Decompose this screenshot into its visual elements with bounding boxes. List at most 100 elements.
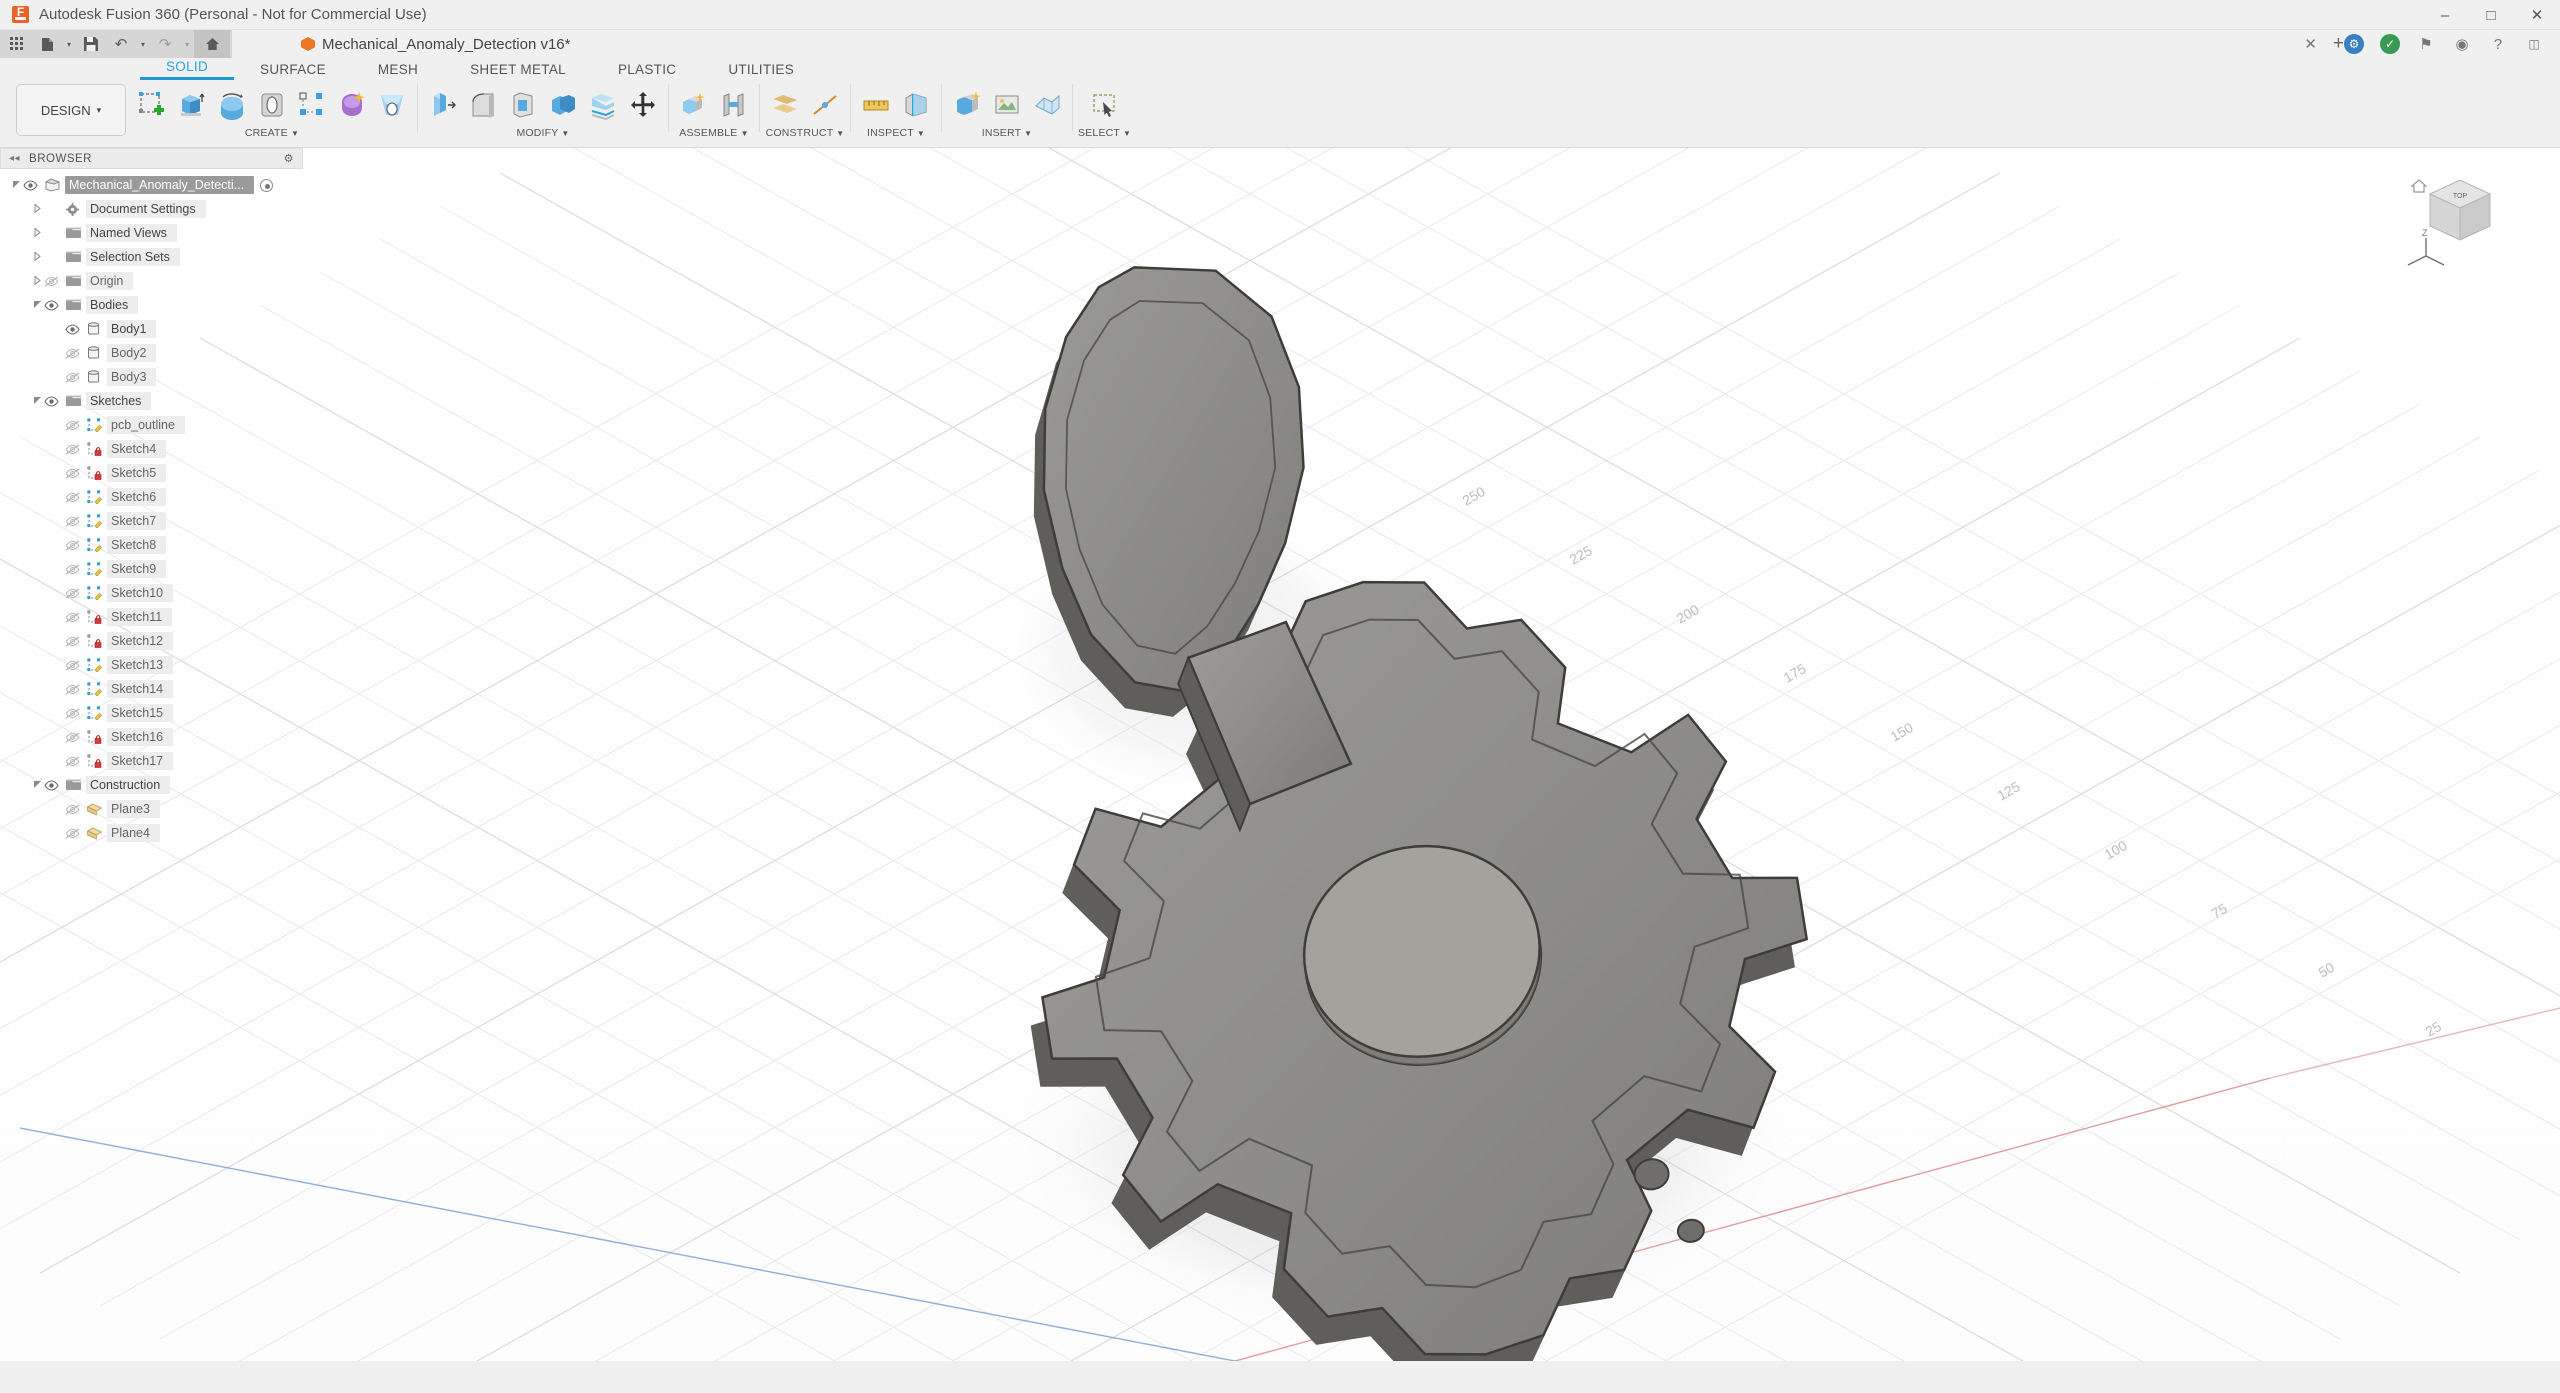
tab-surface[interactable]: SURFACE <box>234 62 352 80</box>
workspace-selector[interactable]: DESIGN ▾ <box>16 84 126 136</box>
visibility-toggle-icon[interactable] <box>65 323 87 335</box>
offset-plane-tool[interactable] <box>765 83 805 127</box>
visibility-toggle-icon[interactable] <box>65 468 87 479</box>
tree-item-selection-sets[interactable]: Selection Sets <box>0 245 303 269</box>
visibility-toggle-icon[interactable] <box>65 492 87 503</box>
tree-item-sketch16[interactable]: Sketch16 <box>0 725 303 749</box>
close-button[interactable]: ✕ <box>2514 0 2560 30</box>
fillet-tool[interactable] <box>463 83 503 127</box>
document-tab-close-icon[interactable]: ✕ <box>2304 35 2317 53</box>
document-tab[interactable]: Mechanical_Anomaly_Detection v16* <box>287 30 584 58</box>
tree-item-origin[interactable]: Origin <box>0 269 303 293</box>
visibility-toggle-icon[interactable] <box>65 708 87 719</box>
tree-expander[interactable] <box>31 300 44 311</box>
gear-icon[interactable]: ⚙ <box>284 152 294 165</box>
tree-item-sketch13[interactable]: Sketch13 <box>0 653 303 677</box>
tree-item-sketch10[interactable]: Sketch10 <box>0 581 303 605</box>
tree-expander[interactable] <box>31 396 44 407</box>
tree-item-pcb-outline[interactable]: pcb_outline <box>0 413 303 437</box>
loft-tool[interactable] <box>372 83 412 127</box>
account-icon[interactable]: ◉ <box>2452 34 2472 54</box>
home-icon[interactable] <box>194 30 230 58</box>
visibility-toggle-icon[interactable] <box>65 444 87 455</box>
tree-item-plane4[interactable]: Plane4 <box>0 821 303 845</box>
offset-face-tool[interactable] <box>583 83 623 127</box>
press-pull-tool[interactable] <box>423 83 463 127</box>
visibility-toggle-icon[interactable] <box>65 540 87 551</box>
component-activate-icon[interactable] <box>260 178 274 192</box>
tree-item-bodies[interactable]: Bodies <box>0 293 303 317</box>
new-document-tab-button[interactable]: + <box>2333 33 2344 55</box>
visibility-toggle-icon[interactable] <box>44 779 66 791</box>
visibility-toggle-icon[interactable] <box>44 299 66 311</box>
tree-item-sketch8[interactable]: Sketch8 <box>0 533 303 557</box>
create-sketch-tool[interactable] <box>132 83 172 127</box>
view-cube[interactable]: TOP Z <box>2400 170 2520 280</box>
tree-item-named-views[interactable]: Named Views <box>0 221 303 245</box>
shell-tool[interactable] <box>503 83 543 127</box>
visibility-toggle-icon[interactable] <box>65 732 87 743</box>
visibility-toggle-icon[interactable] <box>65 564 87 575</box>
3d-viewport[interactable]: 250 225 200 175 150 125 100 75 50 25 TOP… <box>0 148 2560 1361</box>
tree-item-sketch4[interactable]: Sketch4 <box>0 437 303 461</box>
insert-canvas-tool[interactable] <box>987 83 1027 127</box>
tree-expander[interactable] <box>31 780 44 791</box>
file-icon[interactable] <box>32 30 62 58</box>
visibility-toggle-icon[interactable] <box>65 420 87 431</box>
combine-tool[interactable] <box>543 83 583 127</box>
tree-item-body3[interactable]: Body3 <box>0 365 303 389</box>
select-tool[interactable] <box>1085 83 1125 127</box>
tree-expander[interactable] <box>31 226 44 239</box>
file-dropdown-caret[interactable]: ▾ <box>62 30 76 58</box>
joint-tool[interactable] <box>714 83 754 127</box>
tree-item-construction[interactable]: Construction <box>0 773 303 797</box>
extrude-tool[interactable] <box>172 83 212 127</box>
visibility-toggle-icon[interactable] <box>65 804 87 815</box>
tree-item-sketch6[interactable]: Sketch6 <box>0 485 303 509</box>
pattern-tool[interactable] <box>292 83 332 127</box>
visibility-toggle-icon[interactable] <box>65 516 87 527</box>
visibility-toggle-icon[interactable] <box>65 660 87 671</box>
notifications-icon[interactable]: ⚑ <box>2416 34 2436 54</box>
axis-tool[interactable] <box>805 83 845 127</box>
visibility-toggle-icon[interactable] <box>65 612 87 623</box>
redo-icon[interactable]: ↷ <box>150 30 180 58</box>
tree-item-plane3[interactable]: Plane3 <box>0 797 303 821</box>
tree-item-sketch5[interactable]: Sketch5 <box>0 461 303 485</box>
tree-item-mechanical-anomaly-detecti[interactable]: Mechanical_Anomaly_Detecti... <box>0 173 303 197</box>
minimize-button[interactable]: – <box>2422 0 2468 30</box>
save-icon[interactable] <box>76 30 106 58</box>
visibility-toggle-icon[interactable] <box>44 276 66 287</box>
undo-icon[interactable]: ↶ <box>106 30 136 58</box>
new-component-tool[interactable] <box>674 83 714 127</box>
tree-item-body1[interactable]: Body1 <box>0 317 303 341</box>
visibility-toggle-icon[interactable] <box>65 684 87 695</box>
undo-dropdown-caret[interactable]: ▾ <box>136 30 150 58</box>
collapse-left-icon[interactable]: ◂◂ <box>9 153 20 164</box>
insert-mesh-tool[interactable] <box>1027 83 1067 127</box>
panel-toggle-icon[interactable]: ◫ <box>2524 34 2544 54</box>
insert-mcmaster-tool[interactable] <box>947 83 987 127</box>
tree-expander[interactable] <box>10 180 23 191</box>
visibility-toggle-icon[interactable] <box>65 588 87 599</box>
tree-expander[interactable] <box>31 274 44 287</box>
tree-item-body2[interactable]: Body2 <box>0 341 303 365</box>
tree-item-document-settings[interactable]: Document Settings <box>0 197 303 221</box>
measure-tool[interactable] <box>856 83 896 127</box>
tree-item-sketch9[interactable]: Sketch9 <box>0 557 303 581</box>
sweep-tool[interactable] <box>252 83 292 127</box>
section-analysis-tool[interactable] <box>896 83 936 127</box>
tab-mesh[interactable]: MESH <box>352 62 444 80</box>
extensions-icon[interactable]: ⚙ <box>2344 34 2364 54</box>
visibility-toggle-icon[interactable] <box>65 636 87 647</box>
tree-expander[interactable] <box>31 202 44 215</box>
revolve-tool[interactable] <box>212 83 252 127</box>
tree-item-sketch7[interactable]: Sketch7 <box>0 509 303 533</box>
jobs-status-icon[interactable]: ✓ <box>2380 34 2400 54</box>
tab-solid[interactable]: SOLID <box>140 59 235 80</box>
create-form-tool[interactable] <box>332 83 372 127</box>
visibility-toggle-icon[interactable] <box>44 395 66 407</box>
tab-plastic[interactable]: PLASTIC <box>592 62 702 80</box>
tab-sheet-metal[interactable]: SHEET METAL <box>444 62 592 80</box>
tree-expander[interactable] <box>31 250 44 263</box>
